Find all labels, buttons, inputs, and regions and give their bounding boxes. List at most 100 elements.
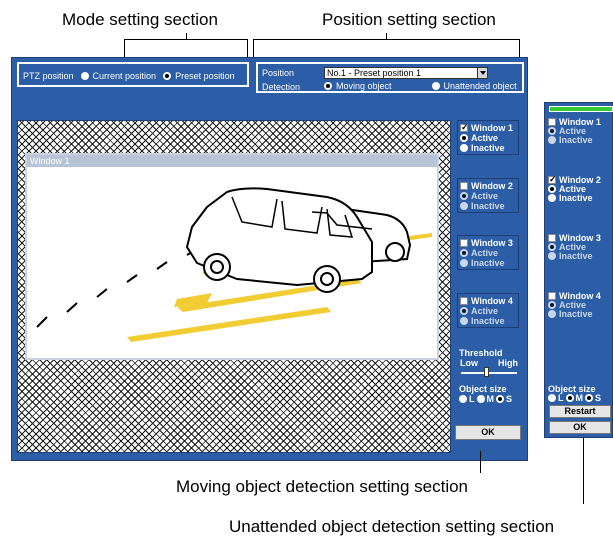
window-2-active-label: Active <box>471 191 499 201</box>
window-3-inactive-label: Inactive <box>471 258 505 268</box>
callout-moving: Moving object detection setting section <box>176 477 469 496</box>
progress-bar <box>549 106 613 112</box>
window-1-active-radio[interactable] <box>460 134 468 142</box>
object-size-l-label: L <box>469 394 475 404</box>
second-window-4-active-radio[interactable] <box>548 301 556 309</box>
object-size-l-radio[interactable] <box>459 395 467 403</box>
position-select-value: No.1 - Preset position 1 <box>327 68 422 78</box>
threshold-block: Threshold Low High <box>457 348 521 378</box>
second-object-size-s-label: S <box>595 393 602 403</box>
object-size-s-radio[interactable] <box>496 395 504 403</box>
callout-mode-bracket <box>124 39 248 59</box>
radio-unattended-object[interactable] <box>431 82 440 90</box>
window-2-label: Window 2 <box>471 181 513 191</box>
window-3-label: Window 3 <box>471 238 513 248</box>
second-window-3-inactive-radio[interactable] <box>548 252 556 260</box>
radio-current-position[interactable] <box>80 72 89 80</box>
second-window-1-inactive-label: Inactive <box>559 135 593 145</box>
callout-mode: Mode setting section <box>62 10 218 29</box>
threshold-label: Threshold <box>459 348 503 358</box>
window-4-block: Window 4 Active Inactive <box>457 293 519 328</box>
window-4-checkbox[interactable] <box>460 297 468 305</box>
threshold-slider-track[interactable] <box>461 372 517 374</box>
object-size-m-radio[interactable] <box>476 395 485 403</box>
window-title: Window 1 <box>27 155 437 167</box>
threshold-low-label: Low <box>460 358 478 368</box>
second-window-1-checkbox[interactable] <box>548 118 556 126</box>
window-1-inactive-radio[interactable] <box>460 144 468 152</box>
window-1-block: Window 1 Active Inactive <box>457 120 519 155</box>
second-window-2-inactive-radio[interactable] <box>548 194 556 202</box>
second-window-4-inactive-radio[interactable] <box>548 310 556 318</box>
window-1-label: Window 1 <box>471 123 513 133</box>
second-window-2-active-radio[interactable] <box>548 185 556 193</box>
window-4-inactive-label: Inactive <box>471 316 505 326</box>
option-moving-object: Moving object <box>336 81 392 91</box>
option-preset-position: Preset position <box>175 71 235 81</box>
window-3-active-radio[interactable] <box>460 249 468 257</box>
window-3-checkbox[interactable] <box>460 239 468 247</box>
option-unattended-object: Unattended object <box>443 81 517 91</box>
second-object-size-m-label: M <box>575 393 584 403</box>
window-2-active-radio[interactable] <box>460 192 468 200</box>
window-4-active-radio[interactable] <box>460 307 468 315</box>
threshold-high-label: High <box>498 358 518 368</box>
object-size-m-label: M <box>486 394 495 404</box>
window-2-inactive-radio[interactable] <box>460 202 468 210</box>
second-window-2-checkbox[interactable] <box>548 174 557 184</box>
second-object-size-l-radio[interactable] <box>548 394 556 402</box>
window-3-inactive-radio[interactable] <box>460 259 468 267</box>
window-4-inactive-radio[interactable] <box>460 317 468 325</box>
second-window-3-active-radio[interactable] <box>548 243 556 251</box>
object-size-block: Object size L M S <box>457 384 521 406</box>
window-1-active-label: Active <box>471 133 499 143</box>
detection-area[interactable]: Window 1 <box>17 120 451 453</box>
restart-button[interactable]: Restart <box>549 405 611 418</box>
second-window-4-inactive-label: Inactive <box>559 309 593 319</box>
second-window-1-inactive-radio[interactable] <box>548 136 556 144</box>
position-setting-box: Position No.1 - Preset position 1 Detect… <box>256 62 524 93</box>
detection-label: Detection <box>262 82 301 92</box>
callout-position: Position setting section <box>322 10 496 29</box>
threshold-slider-handle[interactable] <box>484 367 489 377</box>
object-size-s-label: S <box>506 394 513 404</box>
ptz-position-label: PTZ position <box>23 71 74 81</box>
second-window-2-inactive-label: Inactive <box>559 193 593 203</box>
second-object-size-m-radio[interactable] <box>565 394 574 402</box>
window-2-block: Window 2 Active Inactive <box>457 178 519 213</box>
radio-moving-object[interactable] <box>324 82 332 90</box>
mode-setting-box: PTZ position Current position Preset pos… <box>17 62 249 87</box>
callout-moving-leader <box>480 451 481 473</box>
window-3-active-label: Active <box>471 248 499 258</box>
camera-image <box>36 187 432 342</box>
window-4-active-label: Active <box>471 306 499 316</box>
unattended-object-panel: Window 1 Active Inactive Window 2 Active… <box>544 102 613 438</box>
window-4-label: Window 4 <box>471 296 513 306</box>
object-size-label: Object size <box>459 384 507 394</box>
second-window-4-checkbox[interactable] <box>548 292 556 300</box>
second-object-size-s-radio[interactable] <box>585 394 593 402</box>
second-ok-button[interactable]: OK <box>549 421 611 434</box>
second-window-3-checkbox[interactable] <box>548 234 556 242</box>
moving-object-panel: PTZ position Current position Preset pos… <box>11 57 528 461</box>
window-1-inactive-label: Inactive <box>471 143 505 153</box>
option-current-position: Current position <box>92 71 157 81</box>
callout-unattended: Unattended object detection setting sect… <box>229 517 555 536</box>
window-1-checkbox[interactable] <box>460 122 469 132</box>
radio-preset-position[interactable] <box>163 72 172 80</box>
detection-window-1[interactable]: Window 1 <box>25 153 439 360</box>
callout-position-bracket <box>253 39 520 59</box>
window-3-block: Window 3 Active Inactive <box>457 235 519 270</box>
callout-unattended-leader <box>583 438 584 504</box>
second-object-size-l-label: L <box>558 393 564 403</box>
position-select[interactable]: No.1 - Preset position 1 <box>324 67 488 79</box>
second-window-3-inactive-label: Inactive <box>559 251 593 261</box>
second-window-1-active-radio[interactable] <box>548 127 556 135</box>
ok-button[interactable]: OK <box>455 425 521 440</box>
window-2-checkbox[interactable] <box>460 182 468 190</box>
position-label: Position <box>262 68 295 78</box>
window-2-inactive-label: Inactive <box>471 201 505 211</box>
callout-position-leader <box>386 33 387 39</box>
chevron-down-icon[interactable] <box>477 68 487 78</box>
window-settings-sidebar: Window 1 Active Inactive Window 2 Active… <box>457 120 521 410</box>
